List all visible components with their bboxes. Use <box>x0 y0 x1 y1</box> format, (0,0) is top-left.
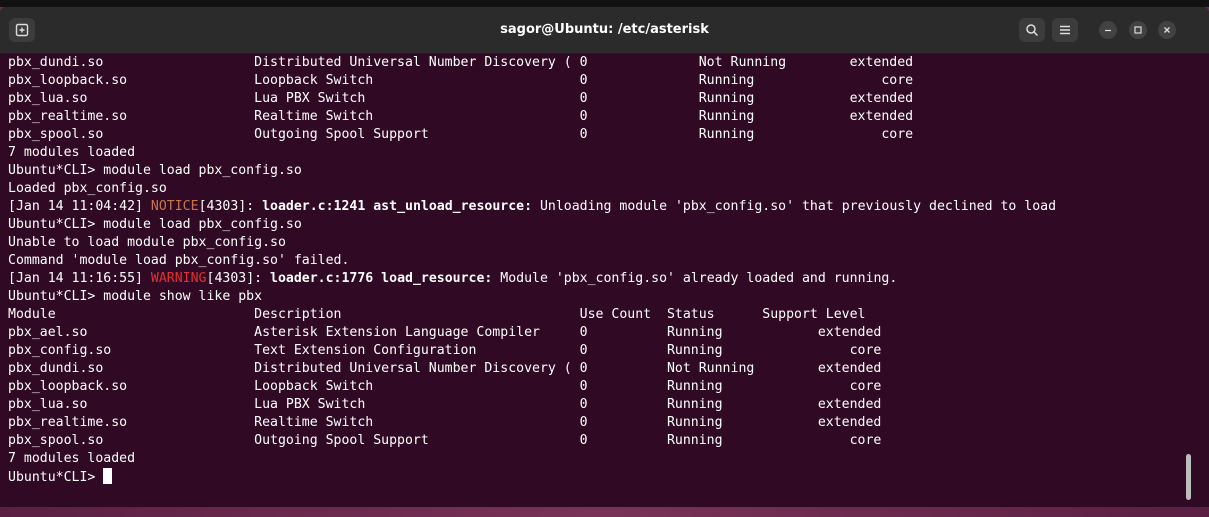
log-pid: [4303]: <box>206 271 271 286</box>
search-glyph <box>1026 24 1039 37</box>
terminal-line: pbx_lua.so Lua PBX Switch 0 Running exte… <box>8 91 914 106</box>
menu-glyph <box>1060 25 1070 35</box>
terminal-line: pbx_ael.so Asterisk Extension Language C… <box>8 325 882 340</box>
terminal-line: [Jan 14 11:04:42] NOTICE[4303]: loader.c… <box>8 198 1178 216</box>
search-icon[interactable] <box>1019 18 1045 42</box>
terminal-line: pbx_realtime.so Realtime Switch 0 Runnin… <box>8 415 882 430</box>
terminal-line: Ubuntu*CLI> module show like pbx <box>8 289 263 304</box>
terminal-line: Unable to load module pbx_config.so <box>8 235 286 250</box>
maximize-icon[interactable] <box>1129 21 1147 39</box>
terminal-line: pbx_config.so Text Extension Configurati… <box>8 343 882 358</box>
terminal-line: pbx_dundi.so Distributed Universal Numbe… <box>8 55 914 70</box>
close-glyph <box>1164 27 1170 33</box>
title-bar[interactable]: sagor@Ubuntu: /etc/asterisk <box>0 7 1209 54</box>
terminal-output[interactable]: pbx_dundi.so Distributed Universal Numbe… <box>8 54 1178 504</box>
terminal-line: pbx_loopback.so Loopback Switch 0 Runnin… <box>8 73 914 88</box>
screen-top-edge <box>0 0 1209 7</box>
terminal-line: pbx_spool.so Outgoing Spool Support 0 Ru… <box>8 127 914 142</box>
log-source: loader.c:1776 load_resource: <box>270 271 493 286</box>
terminal-line: 7 modules loaded <box>8 145 136 160</box>
terminal-line: [Jan 14 11:16:55] WARNING[4303]: loader.… <box>8 270 1178 288</box>
desktop-wallpaper-strip <box>0 507 1209 517</box>
terminal-line: pbx_lua.so Lua PBX Switch 0 Running exte… <box>8 397 882 412</box>
log-pid: [4303]: <box>198 199 263 214</box>
terminal-line: Ubuntu*CLI> module load pbx_config.so <box>8 217 302 232</box>
terminal-line: 7 modules loaded <box>8 451 136 466</box>
terminal-window: sagor@Ubuntu: /etc/asterisk pbx_dundi.so… <box>0 7 1209 507</box>
prompt-text: Ubuntu*CLI> <box>8 470 104 485</box>
log-source: loader.c:1241 ast_unload_resource: <box>262 199 533 214</box>
text-cursor <box>103 468 113 484</box>
scrollbar-thumb[interactable] <box>1186 454 1191 500</box>
log-message: Unloading module 'pbx_config.so' that pr… <box>532 199 1057 214</box>
terminal-line: pbx_realtime.so Realtime Switch 0 Runnin… <box>8 109 914 124</box>
terminal-line: Command 'module load pbx_config.so' fail… <box>8 253 350 268</box>
terminal-line: pbx_loopback.so Loopback Switch 0 Runnin… <box>8 379 882 394</box>
terminal-line: Module Description Use Count Status Supp… <box>8 307 866 322</box>
terminal-line: Ubuntu*CLI> module load pbx_config.so <box>8 163 302 178</box>
log-timestamp: [Jan 14 11:04:42] <box>8 199 151 214</box>
close-icon[interactable] <box>1158 21 1176 39</box>
maximize-glyph <box>1134 26 1142 34</box>
log-level: NOTICE <box>150 199 199 214</box>
log-level: WARNING <box>150 271 207 286</box>
prompt-line[interactable]: Ubuntu*CLI> <box>8 468 1178 486</box>
terminal-line: pbx_spool.so Outgoing Spool Support 0 Ru… <box>8 433 882 448</box>
terminal-line: pbx_dundi.so Distributed Universal Numbe… <box>8 361 882 376</box>
hamburger-menu-icon[interactable] <box>1052 18 1078 42</box>
log-timestamp: [Jan 14 11:16:55] <box>8 271 151 286</box>
minimize-glyph <box>1105 29 1111 32</box>
log-message: Module 'pbx_config.so' already loaded an… <box>492 271 898 286</box>
terminal-line: Loaded pbx_config.so <box>8 181 167 196</box>
minimize-icon[interactable] <box>1099 21 1117 39</box>
